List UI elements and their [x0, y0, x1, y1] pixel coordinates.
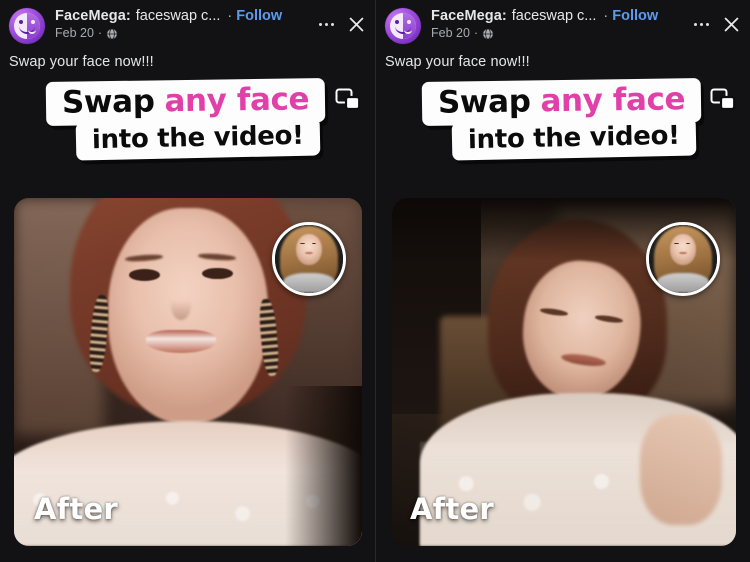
page-name-line: FaceMega : faceswap c... · Follow	[55, 8, 319, 24]
logo-eye-right	[407, 20, 411, 24]
post-header: FaceMega : faceswap c... · Follow Feb 20…	[376, 0, 750, 52]
promo-line-1-pink: any face	[540, 81, 686, 120]
logo-eye-left	[19, 20, 23, 24]
thumbnail-face	[296, 233, 322, 266]
subject-mouth	[146, 330, 216, 353]
promo-line-2: into the video!	[75, 117, 321, 161]
close-icon[interactable]	[348, 16, 365, 33]
logo-face-glyph	[390, 13, 416, 39]
page-name-separator: :	[501, 8, 507, 24]
page-subtitle: faceswap c...	[511, 8, 597, 24]
close-icon[interactable]	[723, 16, 740, 33]
logo-mouth-right	[28, 25, 36, 34]
video-player[interactable]: After	[14, 198, 362, 546]
promo-line-1-black: Swap	[61, 83, 155, 121]
globe-icon	[106, 27, 118, 40]
post-header-text: FaceMega : faceswap c... · Follow Feb 20…	[55, 7, 319, 40]
source-face-thumbnail[interactable]	[272, 222, 346, 296]
after-label: After	[34, 492, 118, 526]
post-header-text: FaceMega : faceswap c... · Follow Feb 20…	[431, 7, 694, 40]
logo-mouth-right	[404, 25, 412, 34]
page-name-separator: :	[125, 8, 131, 24]
more-options-icon[interactable]	[693, 22, 709, 27]
after-label: After	[410, 492, 494, 526]
thumbnail-face	[670, 233, 696, 266]
post-meta-line: Feb 20 ·	[431, 26, 694, 40]
page-name[interactable]: FaceMega	[55, 8, 126, 24]
page-name-line: FaceMega : faceswap c... · Follow	[431, 8, 694, 24]
globe-icon	[482, 27, 494, 40]
follow-separator-dot: ·	[603, 8, 609, 24]
post-caption: Swap your face now!!!	[9, 54, 154, 70]
post-header-actions	[693, 7, 743, 33]
logo-face-glyph	[14, 13, 40, 39]
left-post-preview: FaceMega : faceswap c... · Follow Feb 20…	[0, 0, 375, 562]
page-subtitle: faceswap c...	[135, 8, 221, 24]
page-name[interactable]: FaceMega	[431, 8, 502, 24]
promo-line-1-black: Swap	[437, 83, 531, 121]
follow-separator-dot: ·	[227, 8, 233, 24]
follow-link[interactable]: Follow	[236, 8, 282, 24]
post-date: Feb 20	[55, 26, 94, 40]
post-caption: Swap your face now!!!	[385, 54, 530, 70]
subject-nose	[170, 288, 192, 320]
promo-banner: Swap any face into the video!	[0, 76, 375, 174]
picture-in-picture-icon[interactable]	[710, 88, 736, 112]
promo-line-1-pink: any face	[164, 81, 310, 120]
right-post-preview: FaceMega : faceswap c... · Follow Feb 20…	[375, 0, 750, 562]
dual-screenshot-container: FaceMega : faceswap c... · Follow Feb 20…	[0, 0, 750, 562]
picture-in-picture-icon[interactable]	[335, 88, 361, 112]
subject-arm	[639, 413, 723, 526]
scene-vignette	[285, 385, 362, 546]
facemega-logo-icon[interactable]	[385, 8, 421, 44]
logo-eye-left	[395, 20, 399, 24]
post-header-actions	[318, 7, 368, 33]
source-face-thumbnail[interactable]	[646, 222, 720, 296]
promo-banner: Swap any face into the video!	[376, 76, 750, 174]
video-player[interactable]: After	[392, 198, 736, 546]
thumbnail-clothing	[657, 272, 709, 293]
logo-eye-right	[31, 20, 35, 24]
follow-link[interactable]: Follow	[612, 8, 658, 24]
more-options-icon[interactable]	[318, 22, 334, 27]
subject-face	[107, 208, 269, 425]
post-meta-line: Feb 20 ·	[55, 26, 319, 40]
thumbnail-clothing	[283, 272, 335, 293]
post-date: Feb 20	[431, 26, 470, 40]
promo-line-2: into the video!	[451, 117, 697, 161]
post-header: FaceMega : faceswap c... · Follow Feb 20…	[0, 0, 375, 52]
facemega-logo-icon[interactable]	[9, 8, 45, 44]
meta-separator-dot: ·	[473, 26, 479, 40]
meta-separator-dot: ·	[97, 26, 103, 40]
